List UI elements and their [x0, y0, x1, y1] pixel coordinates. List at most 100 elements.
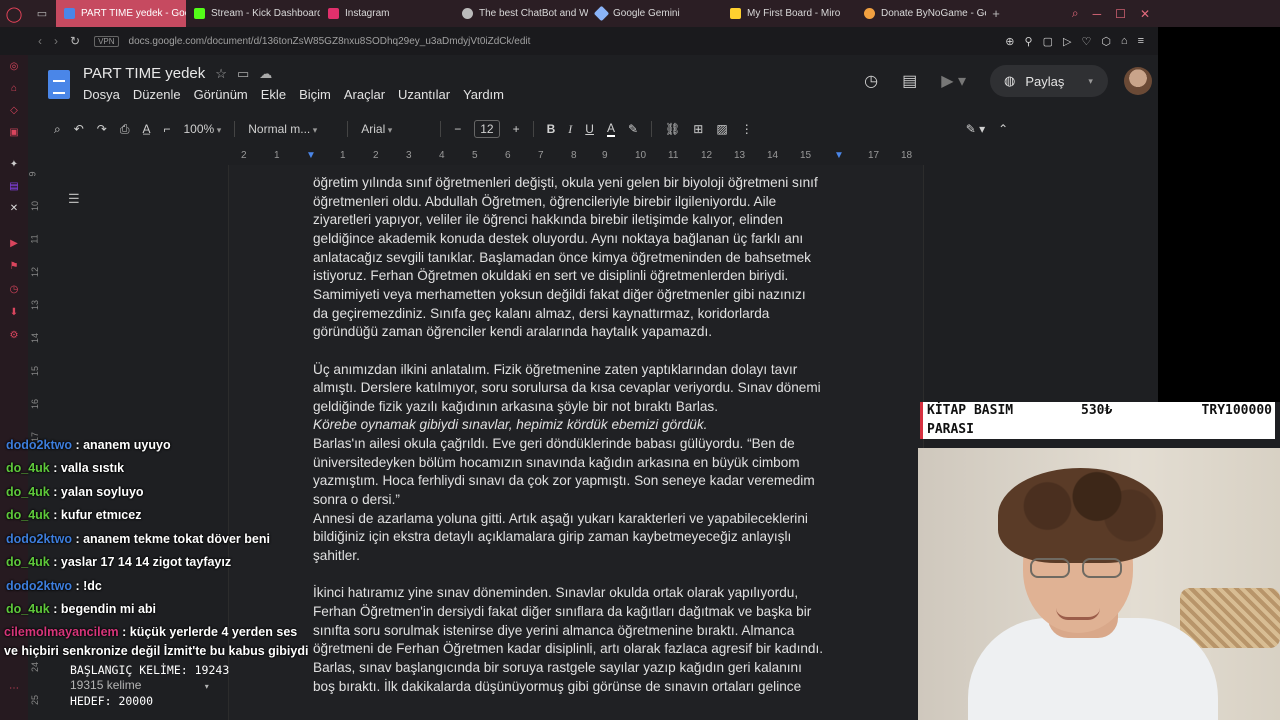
- history-icon[interactable]: ◷: [7, 284, 21, 298]
- settings-icon[interactable]: ⚙: [7, 330, 21, 344]
- pin-icon[interactable]: ⚲: [1025, 35, 1033, 48]
- share-button[interactable]: ◍ Paylaş ▾: [990, 65, 1108, 97]
- indent-marker-icon[interactable]: ▼: [306, 150, 316, 161]
- print-icon[interactable]: ⎙: [120, 122, 130, 137]
- paragraph-style-select[interactable]: Normal m...: [248, 122, 334, 136]
- minimize-icon[interactable]: ─: [1093, 7, 1102, 21]
- reload-icon[interactable]: ↻: [70, 34, 80, 48]
- undo-icon[interactable]: ↶: [74, 122, 84, 136]
- tab-kick-dashboard[interactable]: Stream - Kick Dashboard: [186, 0, 320, 27]
- comments-icon[interactable]: ▤: [902, 71, 917, 91]
- menu-tools[interactable]: Araçlar: [344, 87, 385, 102]
- more-options-icon[interactable]: ⋮: [741, 122, 753, 136]
- right-indent-marker-icon[interactable]: ▼: [834, 150, 844, 161]
- tab-bynogame[interactable]: Donate ByNoGame - Gel: [856, 0, 986, 27]
- document-page[interactable]: öğretim yılında sınıf öğretmenleri değiş…: [228, 165, 924, 720]
- downloads-icon[interactable]: ⬇: [7, 307, 21, 321]
- chat-username[interactable]: dodo2ktwo: [6, 438, 72, 452]
- tab-miro[interactable]: My First Board - Miro: [722, 0, 856, 27]
- spellcheck-icon[interactable]: A̲: [142, 122, 150, 136]
- add-comment-icon[interactable]: ⊞: [693, 122, 703, 136]
- document-outline-icon[interactable]: ☰: [68, 191, 80, 207]
- messenger-icon[interactable]: ◇: [7, 105, 21, 119]
- menu-insert[interactable]: Ekle: [261, 87, 286, 102]
- donation-title-line2: PARASI: [927, 422, 974, 437]
- docs-logo-icon[interactable]: [48, 70, 70, 99]
- tab-chatbot[interactable]: The best ChatBot and W: [454, 0, 588, 27]
- tab-google-docs[interactable]: PART TIME yedek - Goog ✕: [56, 0, 186, 27]
- editing-mode-icon[interactable]: ✎ ▾: [966, 122, 985, 136]
- bold-icon[interactable]: B: [547, 122, 556, 136]
- play-icon[interactable]: ▷: [1063, 35, 1071, 48]
- chat-username[interactable]: cilemolmayancilem: [4, 625, 119, 639]
- meet-icon[interactable]: ▶ ▾: [941, 71, 966, 91]
- home-icon[interactable]: ⌂: [7, 83, 21, 97]
- menu-file[interactable]: Dosya: [83, 87, 120, 102]
- opera-logo-icon[interactable]: ◯: [0, 0, 28, 27]
- version-history-icon[interactable]: ◷: [864, 71, 878, 91]
- zoom-icon[interactable]: ⊕: [1005, 35, 1014, 48]
- text-color-icon[interactable]: A: [606, 121, 615, 137]
- tab-gemini[interactable]: Google Gemini: [588, 0, 722, 27]
- chat-username[interactable]: do_4uk: [6, 461, 50, 475]
- font-size-input[interactable]: 12: [474, 120, 500, 138]
- forward-icon[interactable]: ›: [54, 34, 58, 48]
- decrease-font-size-icon[interactable]: −: [454, 122, 461, 136]
- chevron-down-icon[interactable]: ▾: [1088, 76, 1093, 87]
- document-title[interactable]: PART TIME yedek: [83, 65, 205, 82]
- maximize-icon[interactable]: ☐: [1115, 7, 1126, 21]
- italic-icon[interactable]: I: [568, 122, 572, 137]
- hide-menus-icon[interactable]: ⌃: [998, 122, 1008, 136]
- player-icon[interactable]: ▶: [7, 238, 21, 252]
- redo-icon[interactable]: ↷: [97, 122, 107, 136]
- chat-username[interactable]: dodo2ktwo: [6, 532, 72, 546]
- chat-username[interactable]: do_4uk: [6, 602, 50, 616]
- document-line: Barlas, sınav başlangıcında bir soruya r…: [313, 659, 802, 675]
- chat-username[interactable]: dodo2ktwo: [6, 579, 72, 593]
- star-icon[interactable]: ☆: [215, 66, 227, 82]
- pinboard-icon[interactable]: ⚑: [7, 261, 21, 275]
- word-count[interactable]: 19315 kelime ▾: [70, 678, 229, 694]
- chat-username[interactable]: do_4uk: [6, 485, 50, 499]
- aria-icon[interactable]: ◎: [7, 61, 21, 75]
- horizontal-ruler[interactable]: 2 1 ▼ 1 2 3 4 5 6 7 8 9 10 11 12 13 14 1…: [228, 150, 924, 164]
- paint-format-icon[interactable]: ⌐: [163, 122, 170, 136]
- vpn-badge[interactable]: VPN: [94, 35, 119, 47]
- chat-username[interactable]: do_4uk: [6, 508, 50, 522]
- back-icon[interactable]: ‹: [38, 34, 42, 48]
- avatar[interactable]: [1124, 67, 1152, 95]
- easy-setup-icon[interactable]: ≡: [1138, 35, 1144, 47]
- search-icon[interactable]: ⌕: [1072, 6, 1079, 21]
- highlight-icon[interactable]: ✎: [628, 122, 638, 136]
- more-icon[interactable]: ⋯: [7, 683, 21, 697]
- wallet-icon[interactable]: ⌂: [1121, 35, 1128, 47]
- search-menus-icon[interactable]: ⌕: [54, 122, 61, 137]
- menu-edit[interactable]: Düzenle: [133, 87, 181, 102]
- x-icon[interactable]: ✕: [7, 203, 21, 217]
- insert-image-icon[interactable]: ▨: [716, 122, 727, 136]
- bookmark-icon[interactable]: ♡: [1081, 35, 1091, 48]
- zoom-select[interactable]: 100%: [184, 122, 222, 136]
- extensions-icon[interactable]: ⬡: [1101, 35, 1111, 48]
- chevron-down-icon[interactable]: ▾: [205, 682, 209, 691]
- tab-instagram[interactable]: Instagram: [320, 0, 454, 27]
- ai-icon[interactable]: ✦: [7, 159, 21, 173]
- menu-extensions[interactable]: Uzantılar: [398, 87, 450, 102]
- menu-format[interactable]: Biçim: [299, 87, 331, 102]
- tab-manager-icon[interactable]: ▭: [28, 0, 56, 27]
- move-folder-icon[interactable]: ▭: [237, 66, 249, 82]
- tab-label: The best ChatBot and W: [479, 8, 588, 19]
- menu-view[interactable]: Görünüm: [194, 87, 248, 102]
- twitch-icon[interactable]: ▤: [7, 181, 21, 195]
- increase-font-size-icon[interactable]: +: [513, 122, 520, 136]
- snapshot-icon[interactable]: ▢: [1043, 35, 1053, 48]
- url-field[interactable]: docs.google.com/document/d/136tonZsW85GZ…: [129, 36, 531, 47]
- font-select[interactable]: Arial: [361, 122, 427, 136]
- menu-help[interactable]: Yardım: [463, 87, 504, 102]
- link-icon[interactable]: ⛓: [665, 122, 680, 136]
- instagram-sidebar-icon[interactable]: ▣: [7, 127, 21, 141]
- close-window-icon[interactable]: ✕: [1140, 7, 1150, 21]
- underline-icon[interactable]: U: [585, 122, 594, 136]
- new-tab-button[interactable]: +: [986, 6, 1006, 21]
- chat-username[interactable]: do_4uk: [6, 555, 50, 569]
